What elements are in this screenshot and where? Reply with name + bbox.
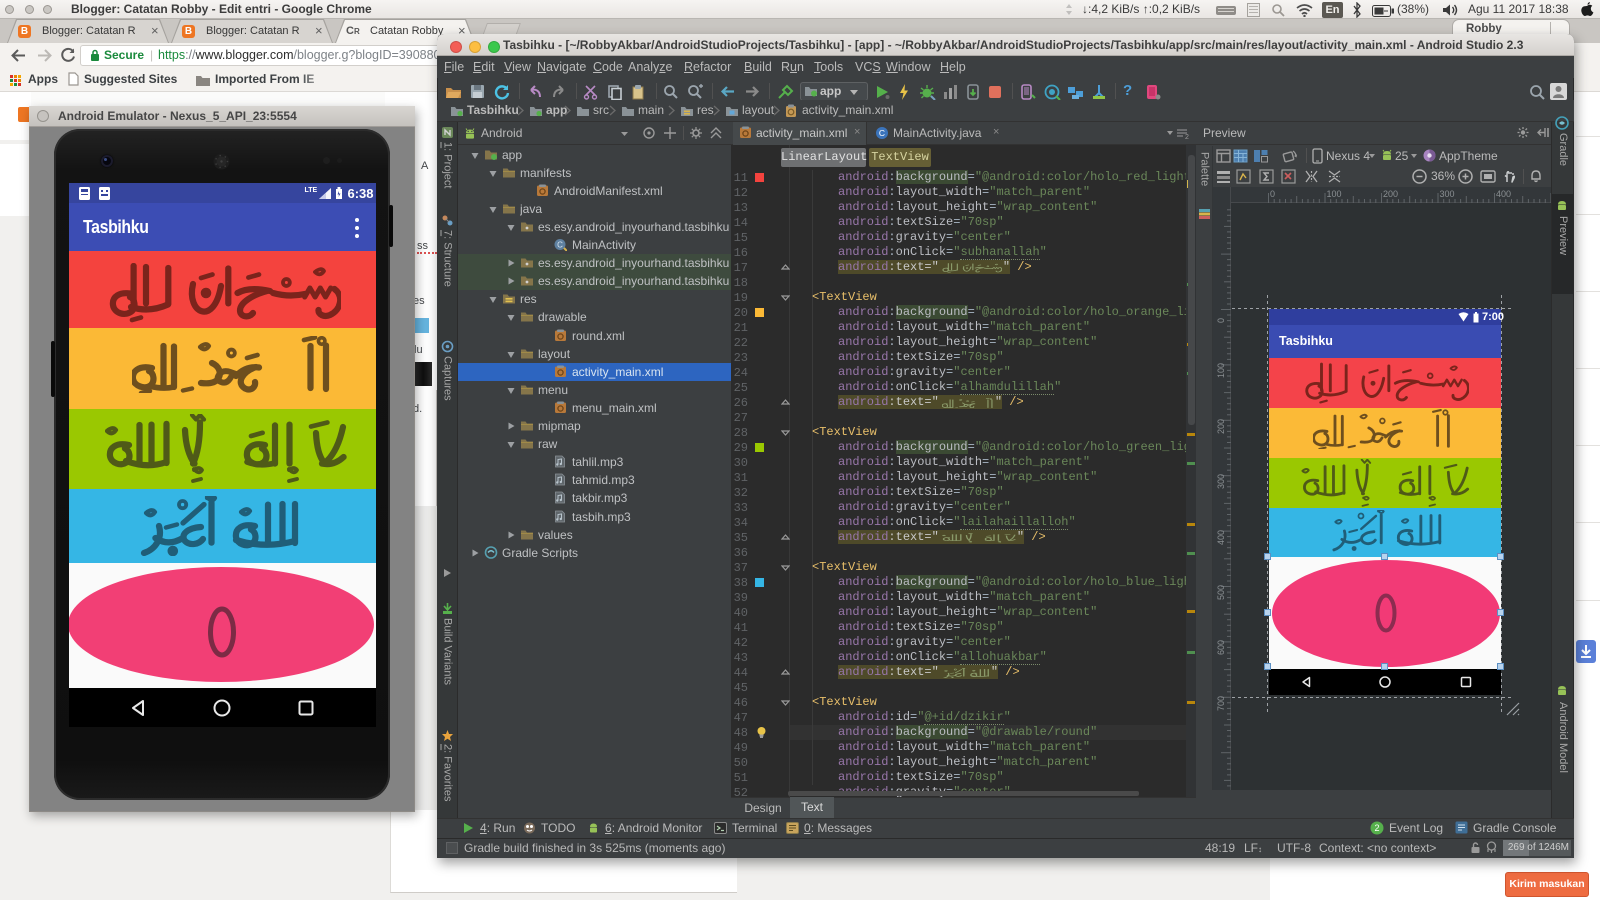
svg-text:2: 2 [1185, 134, 1189, 139]
svg-text:C: C [557, 241, 563, 250]
svg-text:2: 2 [1374, 823, 1379, 833]
svg-text:C: C [879, 128, 885, 138]
